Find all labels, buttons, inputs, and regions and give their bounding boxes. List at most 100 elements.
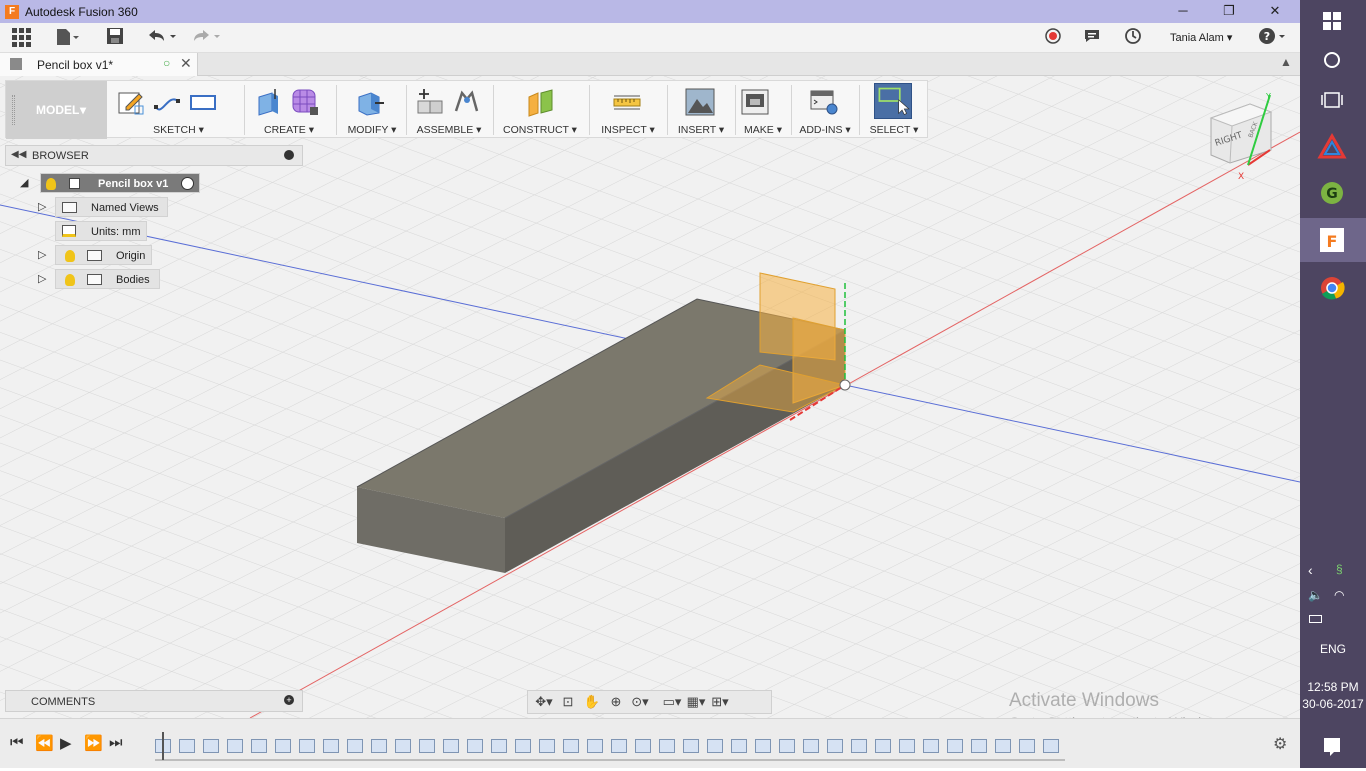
tray-battery[interactable] (1300, 610, 1366, 630)
maximize-button[interactable]: ❐ (1206, 0, 1252, 23)
step-forward-icon[interactable]: ⏩ (84, 734, 103, 752)
timeline-feature-icon[interactable] (299, 739, 315, 753)
display-settings-icon[interactable]: ▭▾ (662, 694, 682, 710)
job-status-clock-icon[interactable] (1124, 27, 1142, 49)
timeline-feature-icon[interactable] (395, 739, 411, 753)
fit-zoom-icon[interactable]: ⊙▾ (630, 694, 650, 710)
sketch-group[interactable]: SKETCH ▾ (116, 81, 241, 139)
assemble-group[interactable]: ASSEMBLE ▾ (410, 81, 488, 139)
start-button[interactable] (1300, 0, 1366, 40)
timeline-feature-icon[interactable] (779, 739, 795, 753)
timeline-feature-icon[interactable] (995, 739, 1011, 753)
pan-hand-icon[interactable]: ✋ (582, 694, 602, 710)
origin-point[interactable] (839, 379, 851, 391)
help-icon[interactable]: ? (1258, 27, 1288, 49)
timeline-feature-icon[interactable] (515, 739, 531, 753)
close-window-button[interactable]: ✕ (1252, 0, 1298, 23)
taskbar-app-fusion[interactable]: F (1300, 218, 1366, 262)
drag-grip-icon[interactable] (12, 95, 15, 125)
task-view-button[interactable] (1300, 80, 1366, 120)
document-tab[interactable]: Pencil box v1* ○ ✕ (0, 53, 198, 76)
timeline-feature-icon[interactable] (755, 739, 771, 753)
clock-date[interactable]: 30-06-2017 (1300, 697, 1366, 711)
timeline-feature-icon[interactable] (443, 739, 459, 753)
volume-icon[interactable]: 🔈 (1308, 588, 1323, 602)
tree-item-units[interactable]: Units: mm (55, 221, 147, 241)
tray-app-icon[interactable]: § (1336, 562, 1343, 576)
offset-plane-icon[interactable] (526, 87, 556, 117)
timeline-marker[interactable] (162, 732, 164, 760)
activate-component-radio[interactable] (181, 177, 194, 190)
cortana-search-button[interactable] (1300, 40, 1366, 80)
timeline-feature-icon[interactable] (875, 739, 891, 753)
undo-icon[interactable] (146, 27, 178, 49)
modify-group[interactable]: MODIFY ▾ (341, 81, 403, 139)
taskbar-app-autodesk[interactable] (1300, 127, 1366, 167)
measure-icon[interactable] (612, 87, 642, 117)
tree-item-origin[interactable]: Origin (55, 245, 152, 265)
record-icon[interactable] (1044, 27, 1062, 49)
scripts-addins-icon[interactable] (809, 87, 839, 117)
taskbar-app-chrome[interactable] (1300, 268, 1366, 308)
notifications-icon[interactable] (1083, 27, 1101, 49)
timeline-feature-icon[interactable] (467, 739, 483, 753)
play-icon[interactable]: ▶ (60, 734, 72, 752)
inspect-group[interactable]: INSPECT ▾ (594, 81, 662, 139)
comments-panel[interactable]: COMMENTS + (5, 690, 303, 712)
extrude-icon[interactable] (254, 87, 284, 117)
save-icon[interactable] (106, 27, 124, 49)
insert-image-icon[interactable] (685, 87, 715, 117)
expand-triangle-icon[interactable]: ▷ (38, 272, 46, 285)
minimize-button[interactable]: ─ (1160, 0, 1206, 23)
timeline-feature-icon[interactable] (419, 739, 435, 753)
tree-root-pencil-box[interactable]: Pencil box v1 (40, 173, 200, 193)
redo-icon[interactable] (190, 27, 222, 49)
create-sketch-icon[interactable] (116, 87, 146, 117)
form-icon[interactable] (290, 87, 320, 117)
timeline-feature-icon[interactable] (563, 739, 579, 753)
timeline-feature-icon[interactable] (203, 739, 219, 753)
minimize-panel-icon[interactable] (284, 150, 294, 160)
line-icon[interactable] (152, 87, 182, 117)
orbit-icon[interactable]: ✥▾ (534, 694, 554, 710)
expand-triangle-icon[interactable]: ▷ (38, 200, 46, 213)
tray-chevron[interactable]: ‹ § (1300, 558, 1366, 586)
go-to-start-icon[interactable]: ⏮ (10, 734, 24, 751)
timeline-feature-icon[interactable] (659, 739, 675, 753)
data-panel-grid-icon[interactable] (11, 27, 31, 49)
tree-item-bodies[interactable]: Bodies (55, 269, 160, 289)
visibility-bulb-icon[interactable] (46, 178, 56, 190)
timeline-feature-icon[interactable] (971, 739, 987, 753)
chevron-left-icon[interactable]: ‹ (1308, 562, 1313, 578)
tree-item-named-views[interactable]: Named Views (55, 197, 168, 217)
joint-icon[interactable] (451, 87, 481, 117)
rectangle-icon[interactable] (188, 87, 218, 117)
wifi-icon[interactable]: ◠ (1334, 588, 1344, 602)
visibility-bulb-icon[interactable] (65, 250, 75, 262)
timeline-feature-icon[interactable] (707, 739, 723, 753)
visibility-bulb-icon[interactable] (65, 274, 75, 286)
action-center-button[interactable] (1300, 728, 1366, 768)
timeline-feature-icon[interactable] (347, 739, 363, 753)
timeline-feature-icon[interactable] (491, 739, 507, 753)
add-comment-icon[interactable]: + (284, 695, 294, 705)
timeline-feature-icon[interactable] (803, 739, 819, 753)
timeline-feature-icon[interactable] (611, 739, 627, 753)
timeline-track[interactable] (155, 736, 1065, 756)
file-menu-icon[interactable] (55, 27, 81, 49)
zoom-icon[interactable]: ⊕ (606, 694, 626, 710)
language-indicator[interactable]: ENG (1300, 642, 1366, 656)
timeline-feature-icon[interactable] (827, 739, 843, 753)
expand-triangle-icon[interactable]: ▷ (38, 248, 46, 261)
taskbar-app-g[interactable]: G (1300, 173, 1366, 213)
add-ins-group[interactable]: ADD-INS ▾ (795, 81, 855, 139)
user-account-menu[interactable]: Tania Alam ▾ (1170, 31, 1232, 44)
timeline-feature-icon[interactable] (323, 739, 339, 753)
go-to-end-icon[interactable]: ⏭ (109, 734, 123, 751)
clock-time[interactable]: 12:58 PM (1300, 680, 1366, 694)
timeline-feature-icon[interactable] (851, 739, 867, 753)
timeline-feature-icon[interactable] (179, 739, 195, 753)
collapse-triangle-icon[interactable]: ◢ (20, 176, 28, 189)
timeline-feature-icon[interactable] (923, 739, 939, 753)
timeline-feature-icon[interactable] (227, 739, 243, 753)
